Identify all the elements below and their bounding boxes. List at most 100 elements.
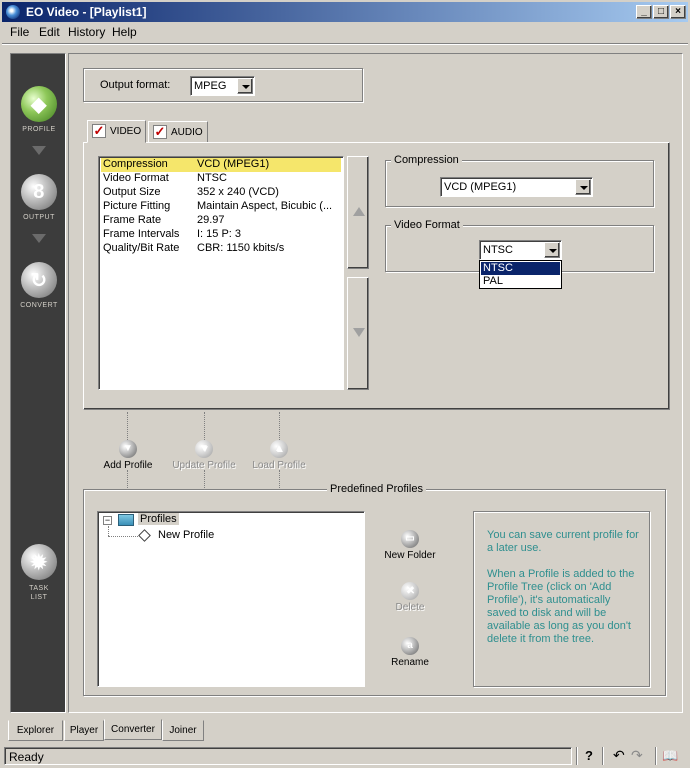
- video-format-select[interactable]: NTSC: [479, 240, 562, 260]
- checkbox-checked-icon[interactable]: ✓: [92, 124, 106, 138]
- list-item[interactable]: Frame Rate 29.97: [101, 214, 341, 228]
- new-folder-label: New Folder: [384, 550, 436, 561]
- load-profile-icon: ▲: [270, 440, 288, 458]
- tree-child-label[interactable]: New Profile: [158, 529, 214, 541]
- video-format-title: Video Format: [391, 219, 463, 231]
- convert-label: CONVERT: [20, 302, 58, 309]
- minimize-button[interactable]: _: [636, 5, 652, 19]
- list-item[interactable]: Output Size 352 x 240 (VCD): [101, 186, 341, 200]
- tree-connector: [108, 526, 109, 536]
- delete-icon: ✕: [401, 582, 419, 600]
- divider: [602, 747, 604, 765]
- output-format-select[interactable]: MPEG: [190, 76, 255, 96]
- move-up-button[interactable]: [347, 156, 369, 269]
- menu-edit[interactable]: Edit: [39, 25, 60, 39]
- book-icon[interactable]: 📖: [662, 748, 678, 764]
- list-item[interactable]: Video Format NTSC: [101, 172, 341, 186]
- connector: [127, 412, 128, 440]
- tab-joiner[interactable]: Joiner: [162, 720, 204, 741]
- menu-history[interactable]: History: [68, 25, 105, 39]
- tab-explorer[interactable]: Explorer: [8, 720, 63, 741]
- update-profile-button[interactable]: ▼ Update Profile: [172, 440, 236, 471]
- connector: [204, 470, 205, 488]
- profile-icon: [138, 529, 151, 542]
- delete-button[interactable]: ✕ Delete: [382, 582, 438, 613]
- connector: [279, 470, 280, 488]
- rename-icon: a: [401, 637, 419, 655]
- status-pane: Ready: [4, 747, 572, 765]
- undo-icon[interactable]: ↶: [613, 747, 625, 764]
- up-arrow-icon: [353, 207, 365, 216]
- output-mode-button[interactable]: 8 OUTPUT: [19, 174, 59, 221]
- tab-audio[interactable]: ✓ AUDIO: [148, 121, 208, 143]
- info-text-1: You can save current profile for a later…: [487, 529, 639, 554]
- new-folder-icon: ▭: [401, 530, 419, 548]
- compression-title: Compression: [391, 154, 462, 166]
- status-bar: Ready ? ↶ ↷ 📖: [2, 746, 688, 766]
- gear-icon: ✹: [21, 544, 57, 580]
- task-list-label: TASK LIST: [29, 585, 49, 601]
- output-icon: 8: [21, 174, 57, 210]
- profile-mode-button[interactable]: ◆ PROFILE: [19, 86, 59, 133]
- list-item[interactable]: Compression VCD (MPEG1): [101, 158, 341, 172]
- maximize-button[interactable]: □: [653, 5, 669, 19]
- chevron-down-icon[interactable]: [544, 242, 560, 258]
- chevron-down-icon[interactable]: [237, 78, 253, 94]
- add-profile-icon: ▼: [119, 440, 137, 458]
- output-format-label: Output format:: [100, 79, 171, 91]
- task-list-button[interactable]: ✹ TASK LIST: [19, 544, 59, 602]
- info-text-2: When a Profile is added to the Profile T…: [487, 568, 635, 645]
- add-profile-button[interactable]: ▼ Add Profile: [102, 440, 154, 471]
- connector: [127, 470, 128, 488]
- checkbox-checked-icon[interactable]: ✓: [153, 125, 167, 139]
- window-title: EO Video - [Playlist1]: [26, 5, 147, 19]
- compression-value: VCD (MPEG1): [444, 181, 517, 193]
- info-box: You can save current profile for a later…: [473, 511, 650, 687]
- menu-file[interactable]: File: [10, 25, 29, 39]
- update-profile-icon: ▼: [195, 440, 213, 458]
- move-down-button[interactable]: [347, 277, 369, 390]
- convert-mode-button[interactable]: ↻ CONVERT: [19, 262, 59, 309]
- new-folder-button[interactable]: ▭ New Folder: [382, 530, 438, 561]
- tree-connector: [108, 536, 138, 537]
- tab-video[interactable]: ✓ VIDEO: [87, 120, 146, 143]
- load-profile-button[interactable]: ▲ Load Profile: [250, 440, 308, 471]
- output-label: OUTPUT: [23, 214, 55, 221]
- update-profile-label: Update Profile: [172, 460, 236, 471]
- profile-tree[interactable]: − Profiles New Profile: [97, 511, 365, 687]
- down-arrow-icon: [353, 328, 365, 337]
- close-button[interactable]: ×: [670, 5, 686, 19]
- menu-divider: [2, 43, 688, 45]
- tab-converter[interactable]: Converter: [104, 719, 162, 740]
- tab-video-label: VIDEO: [110, 126, 142, 137]
- collapse-icon[interactable]: −: [103, 516, 112, 525]
- rename-button[interactable]: a Rename: [382, 637, 438, 668]
- video-format-dropdown[interactable]: NTSC PAL: [479, 260, 562, 289]
- list-item[interactable]: Quality/Bit Rate CBR: 1150 kbits/s: [101, 242, 341, 256]
- redo-icon[interactable]: ↷: [631, 747, 643, 764]
- predefined-profiles-title: Predefined Profiles: [327, 483, 426, 495]
- video-settings-list[interactable]: Compression VCD (MPEG1) Video Format NTSC …: [98, 156, 344, 390]
- divider: [655, 747, 657, 765]
- list-item[interactable]: Picture Fitting Maintain Aspect, Bicubic …: [101, 200, 341, 214]
- help-icon[interactable]: ?: [585, 748, 593, 763]
- connector: [204, 412, 205, 440]
- chevron-down-icon[interactable]: [575, 179, 591, 195]
- mode-sidebar: ◆ PROFILE 8 OUTPUT ↻ CONVERT ✹ TASK LIST: [10, 53, 66, 713]
- menu-bar: File Edit History Help: [2, 22, 688, 42]
- down-arrow-icon: [32, 234, 46, 243]
- down-arrow-icon: [32, 146, 46, 155]
- profile-label: PROFILE: [22, 126, 56, 133]
- option-pal[interactable]: PAL: [481, 275, 560, 288]
- folder-icon: [118, 514, 134, 526]
- menu-help[interactable]: Help: [112, 25, 137, 39]
- list-item[interactable]: Frame Intervals I: 15 P: 3: [101, 228, 341, 242]
- option-ntsc[interactable]: NTSC: [481, 262, 560, 275]
- app-icon[interactable]: [6, 5, 20, 19]
- connector: [279, 412, 280, 440]
- convert-icon: ↻: [21, 262, 57, 298]
- tree-root-label[interactable]: Profiles: [138, 513, 179, 525]
- compression-select[interactable]: VCD (MPEG1): [440, 177, 593, 197]
- tab-audio-label: AUDIO: [171, 127, 203, 138]
- tab-player[interactable]: Player: [64, 720, 104, 741]
